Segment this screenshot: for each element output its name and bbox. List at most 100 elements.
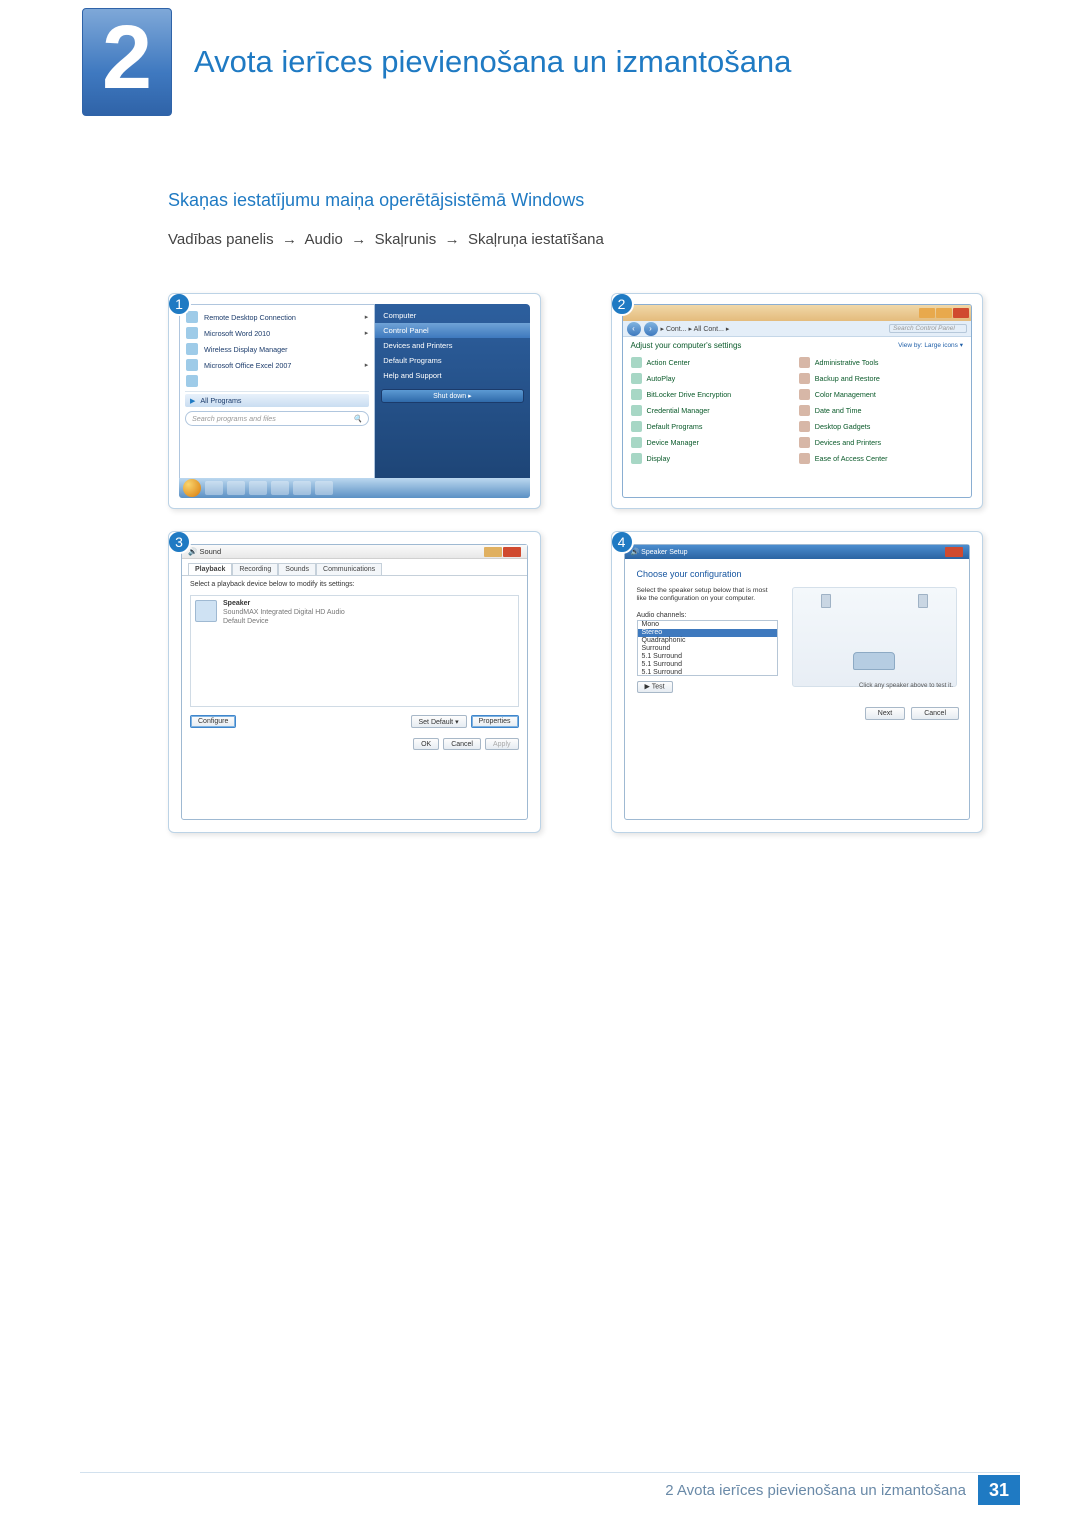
cp-search-input[interactable]: Search Control Panel: [889, 324, 967, 333]
taskbar-item[interactable]: [205, 481, 223, 495]
chapter-header: 2 Avota ierīces pievienošana un izmantoš…: [82, 12, 791, 112]
cp-item[interactable]: Desktop Gadgets: [797, 418, 965, 434]
properties-button[interactable]: Properties: [471, 715, 519, 728]
clock-icon: [799, 405, 810, 416]
chapter-number-box: 2: [82, 8, 172, 116]
channel-option[interactable]: 5.1 Surround: [638, 661, 777, 669]
maximize-icon[interactable]: [936, 308, 952, 318]
address-crumb[interactable]: ▸ Cont... ▸ All Cont... ▸: [661, 325, 730, 333]
nav-back-icon[interactable]: ‹: [627, 322, 641, 336]
footer-page-number: 31: [978, 1475, 1020, 1505]
taskbar-item[interactable]: [271, 481, 289, 495]
cp-item[interactable]: Default Programs: [629, 418, 797, 434]
cp-item[interactable]: AutoPlay: [629, 370, 797, 386]
taskbar-item[interactable]: [227, 481, 245, 495]
crumb-b: Audio: [305, 231, 343, 248]
page-footer: 2 Avota ierīces pievienošana un izmantoš…: [0, 1475, 1080, 1505]
start-right-item[interactable]: Devices and Printers: [375, 338, 529, 353]
start-menu-item[interactable]: [180, 373, 374, 389]
playback-device-list[interactable]: Speaker SoundMAX Integrated Digital HD A…: [190, 595, 519, 707]
start-menu-item[interactable]: Microsoft Office Excel 2007▸: [180, 357, 374, 373]
tab-sounds[interactable]: Sounds: [278, 563, 316, 575]
cp-item[interactable]: BitLocker Drive Encryption: [629, 386, 797, 402]
channel-option[interactable]: Mono: [638, 621, 777, 629]
start-right-item[interactable]: Computer: [375, 308, 529, 323]
start-search-input[interactable]: Search programs and files🔍: [185, 411, 369, 426]
shutdown-button[interactable]: Shut down ▸: [381, 389, 523, 403]
ok-button[interactable]: OK: [413, 738, 439, 750]
start-orb-icon[interactable]: [183, 479, 201, 497]
cp-item[interactable]: Color Management: [797, 386, 965, 402]
screenshots-grid: 1 Remote Desktop Connection▸ Microsoft W…: [168, 293, 983, 833]
taskbar-item[interactable]: [293, 481, 311, 495]
next-button[interactable]: Next: [865, 707, 905, 720]
channel-option[interactable]: 5.1 Surround: [638, 669, 777, 676]
taskbar-item[interactable]: [315, 481, 333, 495]
tab-recording[interactable]: Recording: [232, 563, 278, 575]
cp-item[interactable]: Device Manager: [629, 434, 797, 450]
window-titlebar: [623, 305, 972, 321]
channel-option[interactable]: 5.1 Surround: [638, 653, 777, 661]
start-right-item-control-panel[interactable]: Control Panel: [375, 323, 529, 338]
test-button[interactable]: ▶ Test: [637, 681, 673, 693]
cp-item[interactable]: Date and Time: [797, 402, 965, 418]
cp-item[interactable]: Display: [629, 450, 797, 466]
apply-button[interactable]: Apply: [485, 738, 519, 750]
set-default-button[interactable]: Set Default ▾: [411, 715, 467, 728]
channel-option-selected[interactable]: Stereo: [638, 629, 777, 637]
device-desc: SoundMAX Integrated Digital HD Audio: [223, 609, 345, 618]
playback-device-item[interactable]: Speaker SoundMAX Integrated Digital HD A…: [195, 600, 514, 626]
close-icon[interactable]: [503, 547, 521, 557]
start-right-item[interactable]: Help and Support: [375, 368, 529, 383]
start-right-item[interactable]: Default Programs: [375, 353, 529, 368]
arrow-icon: →: [445, 231, 460, 248]
sound-tabs: Playback Recording Sounds Communications: [182, 559, 527, 576]
screenshot-2-control-panel: 2 ‹ › ▸ Cont... ▸ All Cont... ▸ Search C…: [611, 293, 984, 509]
tab-communications[interactable]: Communications: [316, 563, 382, 575]
channel-option[interactable]: Surround: [638, 645, 777, 653]
configure-button[interactable]: Configure: [190, 715, 236, 728]
access-icon: [799, 453, 810, 464]
audio-channels-label: Audio channels:: [637, 612, 778, 619]
cp-item[interactable]: Devices and Printers: [797, 434, 965, 450]
app-icon: [186, 327, 198, 339]
cp-item[interactable]: Ease of Access Center: [797, 450, 965, 466]
speaker-right-icon[interactable]: [918, 594, 928, 608]
view-by-dropdown[interactable]: View by: Large icons ▾: [898, 341, 963, 350]
cancel-button[interactable]: Cancel: [911, 707, 959, 720]
submenu-arrow-icon: ▸: [365, 361, 369, 369]
taskbar: [179, 478, 530, 498]
nav-forward-icon[interactable]: ›: [644, 322, 658, 336]
submenu-arrow-icon: ▸: [365, 329, 369, 337]
minimize-icon[interactable]: [484, 547, 502, 557]
dialog-titlebar: 🔊 Sound: [182, 545, 527, 559]
taskbar-item[interactable]: [249, 481, 267, 495]
device-name: Speaker: [223, 600, 345, 609]
minimize-icon[interactable]: [919, 308, 935, 318]
disc-icon: [631, 373, 642, 384]
lock-icon: [631, 389, 642, 400]
close-icon[interactable]: [953, 308, 969, 318]
tab-playback[interactable]: Playback: [188, 563, 232, 575]
cp-item[interactable]: Credential Manager: [629, 402, 797, 418]
close-icon[interactable]: [945, 547, 963, 557]
all-programs-button[interactable]: All Programs: [185, 394, 369, 407]
footer-chapter-text: 2 Avota ierīces pievienošana un izmantoš…: [665, 1482, 966, 1499]
speaker-icon: [195, 600, 217, 622]
start-menu-item[interactable]: Microsoft Word 2010▸: [180, 325, 374, 341]
program-icon: [631, 421, 642, 432]
screenshot-1-start-menu: 1 Remote Desktop Connection▸ Microsoft W…: [168, 293, 541, 509]
screenshot-3-sound-dialog: 3 🔊 Sound Playback Recording Sounds Comm…: [168, 531, 541, 833]
cp-item[interactable]: Backup and Restore: [797, 370, 965, 386]
sound-instruction-text: Select a playback device below to modify…: [182, 576, 527, 593]
cancel-button[interactable]: Cancel: [443, 738, 481, 750]
channel-option[interactable]: Quadraphonic: [638, 637, 777, 645]
cp-item[interactable]: Action Center: [629, 354, 797, 370]
arrow-icon: →: [351, 231, 366, 248]
start-menu-item[interactable]: Wireless Display Manager: [180, 341, 374, 357]
speaker-left-icon[interactable]: [821, 594, 831, 608]
cp-item[interactable]: Administrative Tools: [797, 354, 965, 370]
monitor-icon: [631, 453, 642, 464]
start-menu-item[interactable]: Remote Desktop Connection▸: [180, 309, 374, 325]
audio-channels-listbox[interactable]: Mono Stereo Quadraphonic Surround 5.1 Su…: [637, 620, 778, 676]
